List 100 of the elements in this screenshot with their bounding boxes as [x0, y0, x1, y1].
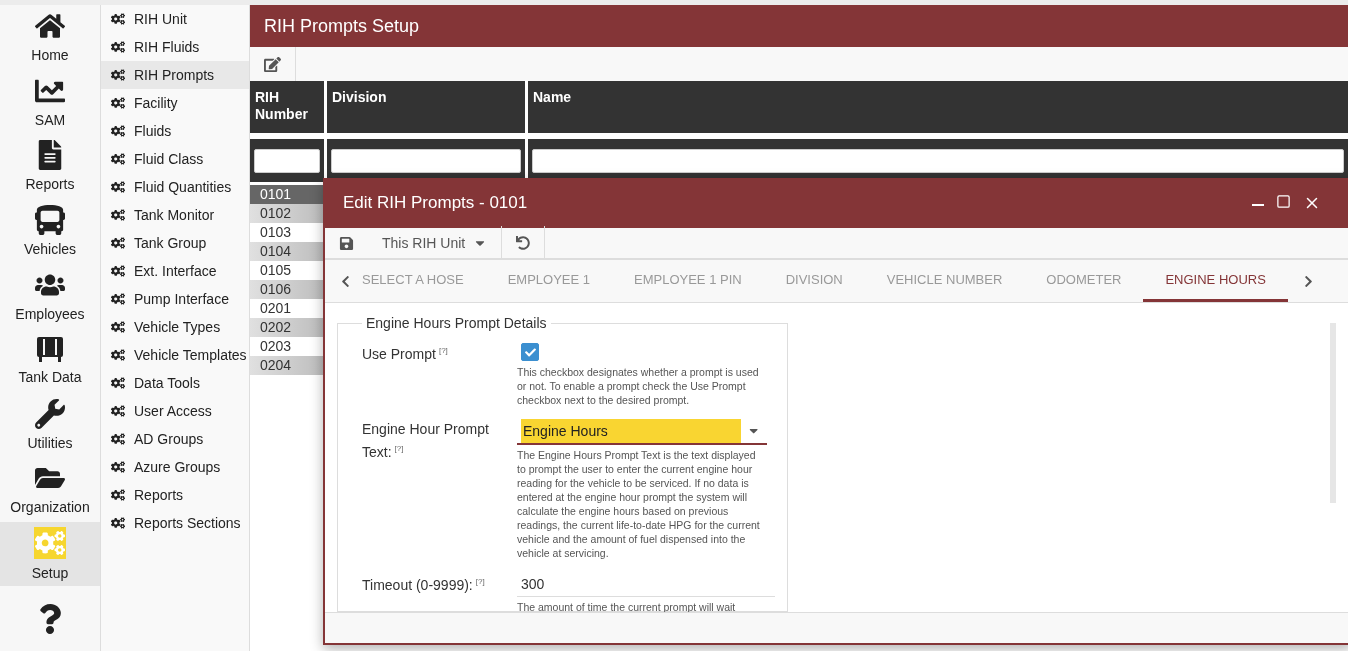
wrench-icon	[35, 398, 65, 429]
submenu-item[interactable]: Reports	[101, 481, 249, 509]
undo-icon	[516, 236, 531, 250]
nav-item[interactable]: Home	[0, 5, 100, 70]
bus-icon	[35, 205, 65, 236]
nav-item[interactable]: Vehicles	[0, 198, 100, 264]
submenu-item[interactable]: RIH Prompts	[101, 61, 249, 89]
tab[interactable]: ENGINE HOURS	[1143, 260, 1288, 302]
nav-label: Vehicles	[23, 241, 77, 258]
field-label: Use Prompt $^{[?]}$	[362, 344, 449, 364]
pencil-icon	[264, 55, 281, 73]
submenu-label: Fluid Quantities	[134, 179, 232, 195]
table-cell[interactable]: 0202	[250, 318, 324, 337]
nav-label: SAM	[34, 111, 66, 128]
submenu-item[interactable]: Facility	[101, 89, 249, 117]
gears-icon	[111, 180, 125, 194]
nav-item[interactable]: Reports	[0, 134, 100, 199]
nav-item[interactable]: Organization	[0, 457, 100, 522]
nav-label: Organization	[10, 499, 90, 516]
nav-item[interactable]: Setup	[0, 521, 100, 587]
maximize-icon	[1276, 194, 1291, 209]
submenu-item[interactable]: Azure Groups	[101, 453, 249, 481]
nav-item[interactable]: Utilities	[0, 392, 100, 458]
submenu-item[interactable]: RIH Fluids	[101, 33, 249, 61]
submenu-item[interactable]: Fluid Quantities	[101, 173, 249, 201]
field-description: This checkbox designates whether a prompt is used or not. To enable a prompt check the Use Prompt checkbox next to the desired prompt.	[517, 364, 760, 407]
table-cell[interactable]: 0101	[250, 185, 324, 204]
submenu-item[interactable]: Vehicle Templates	[101, 341, 249, 369]
gears-icon	[111, 292, 125, 306]
column-header: Division	[327, 81, 525, 133]
gears-icon	[111, 40, 125, 54]
submenu-item[interactable]: Vehicle Types	[101, 313, 249, 341]
page-title: RIH Prompts Setup	[250, 5, 1348, 47]
section-title: Engine Hours Prompt Details	[365, 315, 548, 331]
submenu-label: Reports	[134, 487, 184, 503]
column-header: RIH Number	[250, 81, 324, 133]
nav-item[interactable]: Employees	[0, 263, 100, 328]
gears-icon	[111, 488, 125, 502]
gears-icon	[111, 208, 125, 222]
chevron-left-icon	[339, 274, 352, 288]
gears-icon	[111, 516, 125, 530]
gears-icon	[34, 527, 66, 560]
submenu-label: AD Groups	[134, 431, 204, 447]
filter-field[interactable]	[331, 148, 521, 173]
filter-field[interactable]	[532, 148, 1344, 173]
submenu-item[interactable]: Tank Group	[101, 229, 249, 257]
submenu-item[interactable]: Fluid Class	[101, 145, 249, 173]
field-label: Engine Hour Prompt Text: $^{[?]}$	[362, 419, 490, 462]
submenu-item[interactable]: Fluids	[101, 117, 249, 145]
submenu-item[interactable]: Reports Sections	[101, 509, 249, 537]
submenu-label: RIH Prompts	[134, 67, 215, 83]
gears-icon	[111, 460, 125, 474]
save-icon	[339, 235, 354, 251]
submenu-label: Ext. Interface	[134, 263, 217, 279]
nav-label: Reports	[25, 176, 75, 193]
gears-icon	[111, 264, 125, 278]
submenu-label: RIH Unit	[134, 11, 187, 27]
submenu-item[interactable]: Pump Interface	[101, 285, 249, 313]
submenu-label: Vehicle Types	[134, 319, 221, 335]
nav-label: Home	[31, 47, 69, 64]
submenu-label: Facility	[134, 95, 178, 111]
submenu-label: Azure Groups	[134, 459, 221, 475]
field-description: The amount of time the current prompt will wait	[517, 599, 737, 612]
gears-icon	[111, 404, 125, 418]
gears-icon	[111, 320, 125, 334]
table-cell[interactable]: 0204	[250, 356, 324, 375]
filter-field[interactable]	[254, 148, 320, 173]
help-mark[interactable]: [?]	[394, 443, 404, 453]
submenu-label: Tank Group	[134, 235, 207, 251]
gears-icon	[111, 68, 125, 82]
nav-item[interactable]: Tank Data	[0, 327, 100, 393]
scrollbar[interactable]	[1330, 323, 1336, 503]
gears-icon	[111, 96, 125, 110]
submenu-item[interactable]: User Access	[101, 397, 249, 425]
help-mark[interactable]: [?]	[438, 346, 448, 355]
gears-icon	[111, 376, 125, 390]
gears-icon	[111, 348, 125, 362]
nav-item[interactable]: SAM	[0, 69, 100, 135]
field-description: The Engine Hours Prompt Text is the text displayed to prompt the user to enter the current engine hour reading for the vehicle to be serviced. If no data is entered at the engine hour prompt the system will calculate the engine hours based on previous readings, the current life-to-date HPG for the current vehicle and the amount of fuel dispensed into the vehicle at servicing.	[517, 447, 761, 560]
gears-icon	[111, 236, 125, 250]
submenu-item[interactable]: Data Tools	[101, 369, 249, 397]
submenu-label: RIH Fluids	[134, 39, 200, 55]
submenu-item[interactable]: AD Groups	[101, 425, 249, 453]
table-cell[interactable]: 0104	[250, 242, 324, 261]
submenu-item[interactable]: RIH Unit	[101, 5, 249, 33]
nav-label: Setup	[31, 565, 69, 582]
help-mark[interactable]: [?]	[475, 576, 485, 586]
dialog-title: Edit RIH Prompts - 0101	[343, 193, 529, 213]
submenu-item[interactable]: Tank Monitor	[101, 201, 249, 229]
submenu-label: Fluid Class	[134, 151, 204, 167]
gears-icon	[111, 12, 125, 26]
table-cell[interactable]: 0102	[250, 204, 324, 223]
tank-icon	[35, 335, 65, 364]
submenu-item[interactable]: Ext. Interface	[101, 257, 249, 285]
submenu-label: Tank Monitor	[134, 207, 215, 223]
submenu-label: Pump Interface	[134, 291, 229, 307]
column-header: Name	[528, 81, 1348, 133]
checkbox[interactable]	[521, 343, 539, 361]
table-cell[interactable]: 0106	[250, 280, 324, 299]
submenu-label: Fluids	[134, 123, 172, 139]
